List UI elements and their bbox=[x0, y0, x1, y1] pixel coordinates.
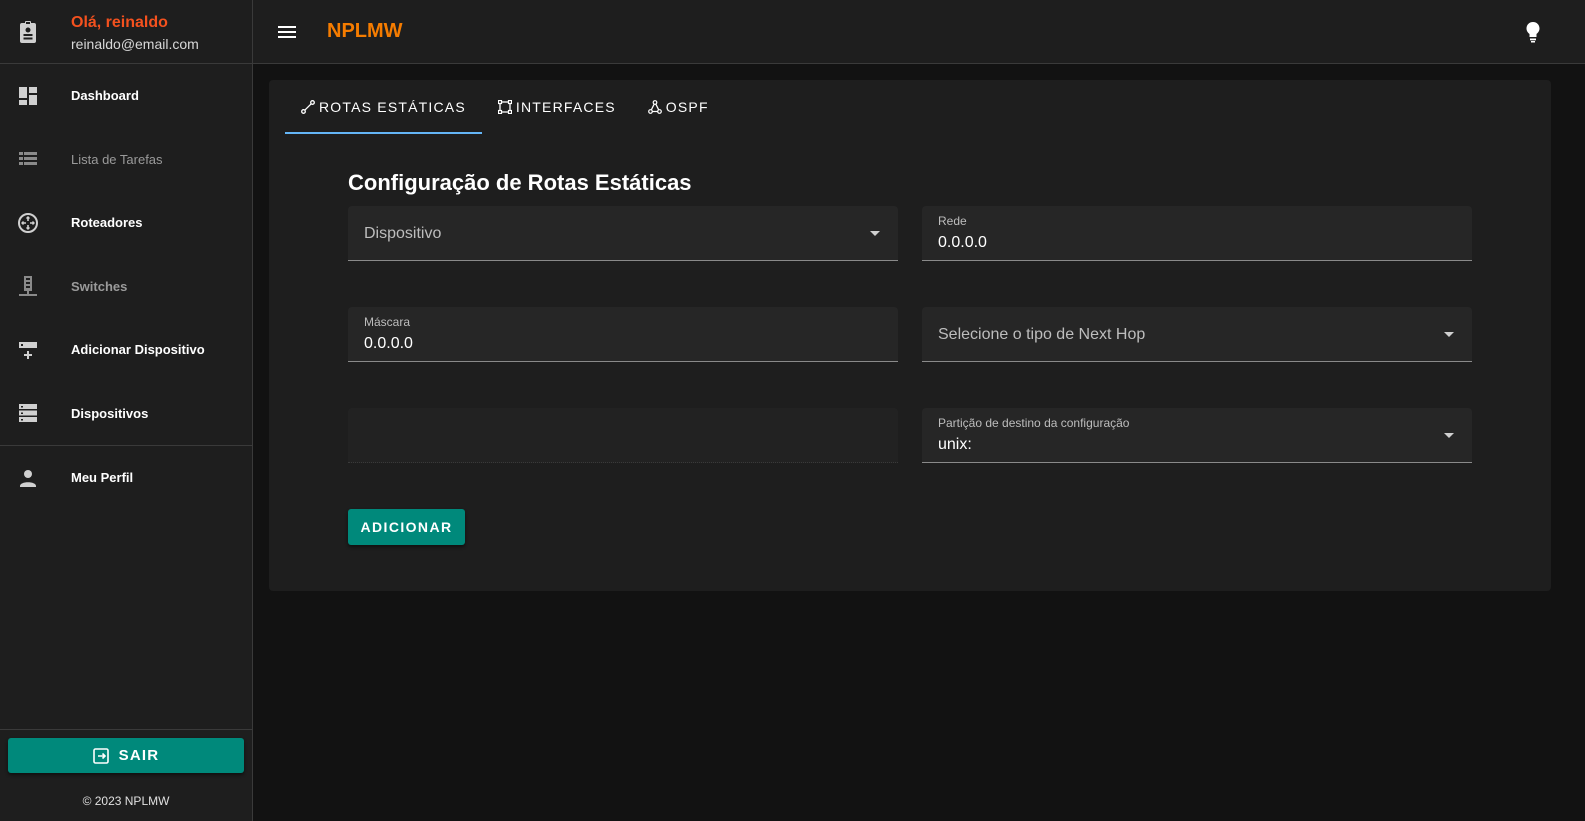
interfaces-icon bbox=[497, 100, 512, 114]
sidebar-item-label: Roteadores bbox=[71, 215, 143, 231]
top-app-bar: NPLMW bbox=[253, 0, 1585, 64]
sidebar-footer: SAIR © 2023 NPLMW bbox=[0, 729, 252, 821]
menu-icon[interactable] bbox=[275, 20, 299, 44]
network-label: Rede bbox=[938, 214, 967, 228]
tab-label: ROTAS ESTÁTICAS bbox=[319, 99, 466, 115]
lightbulb-icon[interactable] bbox=[1521, 20, 1545, 44]
logout-label: SAIR bbox=[118, 747, 160, 764]
sidebar-item-meu-perfil[interactable]: Meu Perfil bbox=[0, 446, 252, 510]
chevron-down-icon bbox=[1444, 433, 1454, 438]
partition-value: unix: bbox=[938, 436, 972, 453]
sidebar-item-switches[interactable]: Switches bbox=[0, 255, 252, 319]
sidebar-item-label: Lista de Tarefas bbox=[71, 151, 163, 167]
next-hop-type-select[interactable]: Selecione o tipo de Next Hop bbox=[922, 307, 1472, 362]
logout-icon bbox=[92, 747, 109, 764]
tab-rotas-estaticas[interactable]: ROTAS ESTÁTICAS bbox=[285, 80, 482, 134]
user-greeting: Olá, reinaldo bbox=[71, 14, 168, 31]
list-icon bbox=[19, 152, 37, 166]
logout-button[interactable]: SAIR bbox=[8, 738, 244, 773]
network-field[interactable]: Rede 0.0.0.0 bbox=[922, 206, 1472, 261]
mask-value: 0.0.0.0 bbox=[364, 335, 413, 352]
user-block: Olá, reinaldo reinaldo@email.com bbox=[0, 0, 252, 64]
tab-ospf[interactable]: OSPF bbox=[632, 80, 725, 134]
router-icon bbox=[18, 212, 38, 233]
app-title: NPLMW bbox=[327, 20, 403, 42]
tab-label: INTERFACES bbox=[515, 99, 616, 115]
network-value: 0.0.0.0 bbox=[938, 234, 987, 251]
sidebar: Olá, reinaldo reinaldo@email.com Dashboa… bbox=[0, 0, 253, 821]
sidebar-item-dashboard[interactable]: Dashboard bbox=[0, 64, 252, 128]
partition-label: Partição de destino da configuração bbox=[938, 416, 1130, 430]
sidebar-item-roteadores[interactable]: Roteadores bbox=[0, 191, 252, 255]
chevron-down-icon bbox=[1444, 332, 1454, 337]
devices-icon bbox=[19, 404, 37, 423]
next-hop-field-disabled bbox=[348, 408, 898, 463]
sidebar-item-adicionar-dispositivo[interactable]: Adicionar Dispositivo bbox=[0, 318, 252, 382]
sidebar-item-lista-de-tarefas[interactable]: Lista de Tarefas bbox=[0, 128, 252, 192]
ospf-icon bbox=[647, 100, 662, 114]
tab-bar: ROTAS ESTÁTICAS INTERFACES OSPF bbox=[285, 80, 725, 134]
dashboard-icon bbox=[19, 86, 37, 105]
form-title: Configuração de Rotas Estáticas bbox=[348, 170, 692, 195]
mask-field[interactable]: Máscara 0.0.0.0 bbox=[348, 307, 898, 362]
add-button[interactable]: ADICIONAR bbox=[348, 509, 465, 545]
sidebar-item-label: Dispositivos bbox=[71, 405, 149, 421]
person-icon bbox=[20, 469, 36, 487]
chevron-down-icon bbox=[870, 231, 880, 236]
sidebar-nav: Dashboard Lista de Tarefas Roteadores Sw… bbox=[0, 64, 252, 510]
sidebar-item-label: Dashboard bbox=[71, 88, 139, 104]
mask-label: Máscara bbox=[364, 315, 411, 329]
sidebar-item-dispositivos[interactable]: Dispositivos bbox=[0, 382, 252, 446]
route-icon bbox=[301, 100, 315, 114]
copyright: © 2023 NPLMW bbox=[82, 794, 170, 808]
device-placeholder: Dispositivo bbox=[364, 225, 442, 242]
add-device-icon bbox=[19, 341, 37, 359]
user-email: reinaldo@email.com bbox=[71, 36, 199, 52]
tab-label: OSPF bbox=[665, 99, 709, 115]
sidebar-item-label: Meu Perfil bbox=[71, 470, 134, 486]
badge-icon bbox=[20, 21, 36, 43]
next-hop-placeholder: Selecione o tipo de Next Hop bbox=[938, 326, 1146, 343]
device-select[interactable]: Dispositivo bbox=[348, 206, 898, 261]
switch-icon bbox=[19, 276, 37, 297]
sidebar-item-label: Adicionar Dispositivo bbox=[71, 342, 205, 358]
static-routes-card: ROTAS ESTÁTICAS INTERFACES OSPF Configur… bbox=[269, 80, 1551, 591]
tab-interfaces[interactable]: INTERFACES bbox=[482, 80, 632, 134]
partition-select[interactable]: Partição de destino da configuração unix… bbox=[922, 408, 1472, 463]
sidebar-item-label: Switches bbox=[71, 278, 128, 294]
